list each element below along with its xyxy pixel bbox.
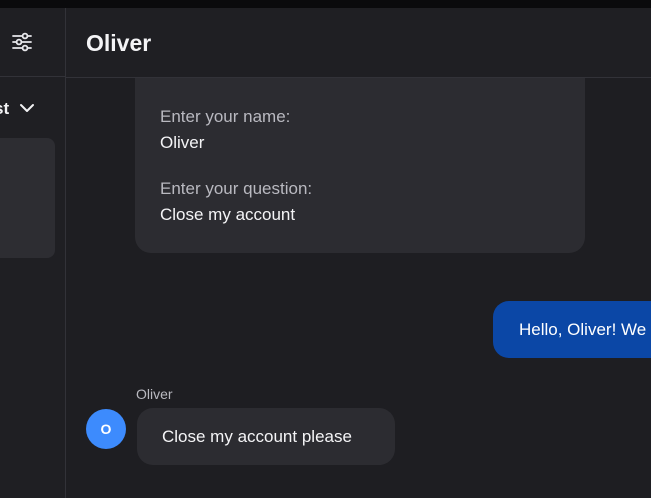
sidebar-header: [0, 8, 65, 77]
chat-title: Oliver: [86, 30, 152, 56]
sidebar: st: [0, 8, 66, 498]
sort-dropdown-label[interactable]: st: [0, 99, 9, 119]
bot-message-text: Hello, Oliver! We: [519, 320, 647, 339]
sender-name: Oliver: [136, 386, 173, 402]
user-message-text: Close my account please: [162, 427, 352, 446]
sliders-icon[interactable]: [11, 31, 33, 53]
chevron-down-icon[interactable]: [18, 101, 36, 115]
form-summary-card: Enter your name: Oliver Enter your quest…: [135, 78, 585, 253]
chat-header: Oliver: [66, 8, 651, 78]
question-field-label: Enter your question:: [160, 179, 313, 198]
bot-message-bubble: Hello, Oliver! We: [493, 301, 651, 358]
user-message-bubble: Close my account please: [137, 408, 395, 465]
name-field-label: Enter your name:: [160, 107, 291, 126]
question-field-value: Close my account: [160, 205, 296, 224]
conversation-list-item[interactable]: [0, 138, 55, 258]
avatar: O: [86, 409, 126, 449]
name-field-value: Oliver: [160, 133, 205, 152]
window-top-bar: [0, 0, 651, 8]
message-list[interactable]: Enter your name: Oliver Enter your quest…: [66, 78, 651, 498]
